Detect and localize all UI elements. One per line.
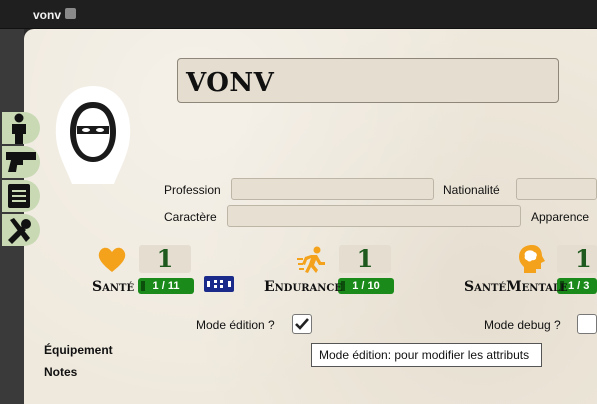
sidebar-item-weapons[interactable] (2, 146, 40, 178)
character-name: VONV (186, 68, 275, 98)
brain-head-icon (519, 245, 545, 273)
character-icon (12, 113, 26, 144)
debug-mode-checkbox[interactable] (577, 314, 597, 334)
santementale-max: 1 / 3 (568, 280, 590, 292)
sante-label: Santé (92, 279, 135, 295)
heart-icon (98, 247, 126, 272)
hooded-avatar-icon (55, 86, 131, 184)
edit-mode-label: Mode édition ? (196, 318, 275, 332)
santementale-label: SantéMentale (464, 279, 568, 295)
edit-mode-checkbox[interactable] (292, 314, 312, 334)
profession-input[interactable] (231, 178, 434, 200)
apparence-label: Apparence (531, 210, 590, 224)
caractere-input[interactable] (227, 205, 521, 227)
profession-label: Profession (164, 183, 221, 197)
window-titlebar: vonv (0, 0, 597, 29)
sante-max: 1 / 11 (152, 280, 180, 292)
sidebar-item-character[interactable] (2, 112, 40, 144)
sante-value[interactable]: 1 (139, 245, 191, 273)
edit-mode-tooltip: Mode édition: pour modifier les attribut… (311, 343, 542, 367)
sante-max-badge[interactable]: 1 / 11 (138, 278, 194, 294)
sidebar-item-notes[interactable] (2, 180, 40, 212)
section-notes[interactable]: Notes (44, 365, 77, 379)
window-menu-icon[interactable] (65, 8, 76, 19)
checkmark-icon (295, 318, 309, 330)
caractere-label: Caractère (164, 210, 217, 224)
tools-icon (8, 218, 31, 244)
window-title: vonv (33, 8, 62, 22)
character-name-field[interactable]: VONV (177, 58, 559, 103)
endurance-value[interactable]: 1 (339, 245, 391, 273)
notes-icon (8, 184, 30, 208)
gun-icon (6, 152, 36, 172)
running-icon (297, 246, 325, 273)
nationalite-label: Nationalité (443, 183, 500, 197)
nationalite-input[interactable] (516, 178, 597, 200)
endurance-label: Endurance (264, 279, 342, 295)
santementale-value[interactable]: 1 (557, 245, 597, 273)
sidebar-item-tools[interactable] (2, 214, 40, 246)
dice-icon[interactable] (204, 276, 234, 292)
debug-mode-label: Mode debug ? (484, 318, 561, 332)
endurance-max: 1 / 10 (352, 280, 380, 292)
endurance-max-badge[interactable]: 1 / 10 (338, 278, 394, 294)
section-equipement[interactable]: Équipement (44, 343, 113, 357)
